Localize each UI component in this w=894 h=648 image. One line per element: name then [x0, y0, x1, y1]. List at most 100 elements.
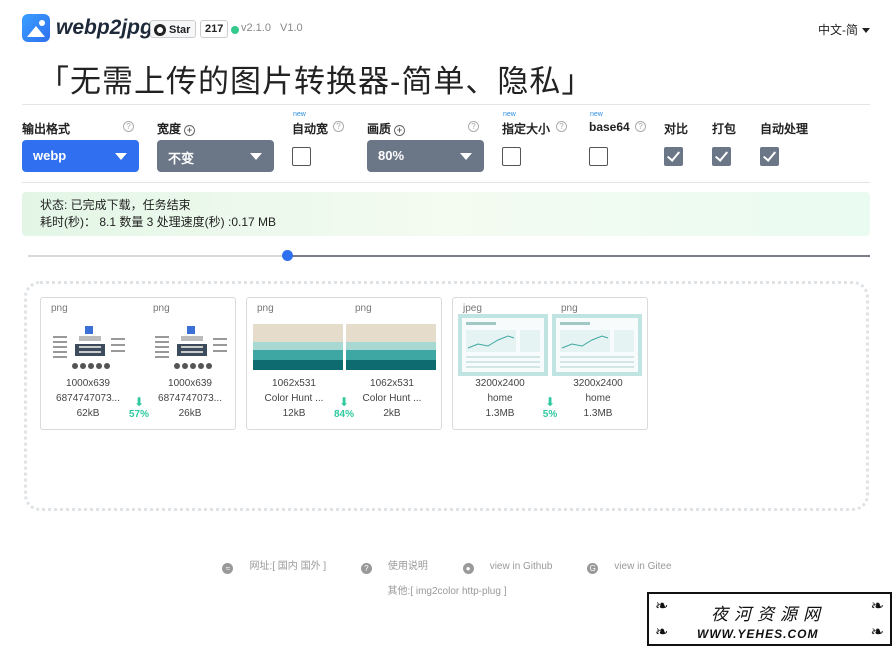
- caret-down-icon: [250, 153, 262, 160]
- converted-image: png 1000x639 6874747073... 26kB: [143, 298, 237, 429]
- add-icon[interactable]: +: [184, 125, 196, 136]
- pack-label: 打包: [712, 122, 737, 136]
- quality-label-group: 画质 +: [367, 120, 406, 137]
- auto-process-label: 自动处理: [760, 122, 809, 136]
- compare-label: 对比: [664, 122, 689, 136]
- image-dimensions: 1062x531: [272, 378, 316, 389]
- new-badge: new: [293, 111, 306, 118]
- width-select[interactable]: 不变: [157, 140, 274, 172]
- github-star-count[interactable]: 217: [200, 20, 229, 38]
- output-format-label: 输出格式: [22, 122, 71, 136]
- gitee-label: view in Gitee: [614, 561, 672, 572]
- compare-slider-track[interactable]: [28, 255, 870, 257]
- github-label: view in Github: [489, 561, 553, 572]
- auto-width-checkbox[interactable]: [292, 147, 311, 166]
- site-label: 网址:[ 国内 国外 ]: [249, 561, 327, 572]
- auto-width-label: 自动宽: [292, 122, 329, 136]
- output-format-value: webp: [33, 148, 67, 163]
- base64-checkbox[interactable]: [589, 147, 608, 166]
- site-link[interactable]: ≈ 网址:[ 国内 国外 ]: [214, 561, 334, 574]
- help-link[interactable]: ? 使用说明: [353, 561, 436, 574]
- width-value: 不变: [168, 151, 195, 166]
- format-label: png: [51, 303, 68, 314]
- github-star-label: Star: [169, 23, 191, 36]
- version-link[interactable]: v2.1.0: [241, 22, 271, 34]
- app-logo-icon[interactable]: [22, 14, 50, 42]
- image-dimensions: 3200x2400: [573, 378, 623, 389]
- result-card[interactable]: jpeg 3200x2400 home 1.3MB png 3200x2400 …: [452, 297, 648, 430]
- watermark-title: 夜河资源网: [711, 605, 826, 624]
- pack-checkbox[interactable]: [712, 147, 731, 166]
- quality-select[interactable]: 80%: [367, 140, 484, 172]
- dashboard-thumbnail: [458, 314, 548, 376]
- new-badge: new: [503, 111, 516, 118]
- help-icon[interactable]: ?: [123, 121, 134, 132]
- status-line: 状态: 已完成下载，任务结束: [40, 198, 191, 212]
- diagram-thumbnail: [53, 326, 125, 369]
- reduction-percent: 5%: [542, 409, 558, 420]
- github-icon: [154, 23, 166, 36]
- version-alt-link[interactable]: V1.0: [280, 22, 303, 34]
- compare-checkbox[interactable]: [664, 147, 683, 166]
- ornament-icon: ❧: [655, 598, 669, 615]
- caret-down-icon: [460, 153, 472, 160]
- help-icon[interactable]: ?: [635, 121, 646, 132]
- image-filename: 6874747073...: [158, 393, 222, 404]
- stats-line: 耗时(秒)： 8.1 数量 3 处理速度(秒) :0.17 MB: [40, 215, 277, 229]
- image-dimensions: 1000x639: [66, 378, 110, 389]
- language-selector[interactable]: 中文-简: [818, 21, 870, 38]
- gitee-link[interactable]: Gview in Gitee: [579, 561, 679, 574]
- app-name[interactable]: webp2jpg: [56, 16, 153, 40]
- divider: [22, 104, 870, 105]
- fixed-size-checkbox[interactable]: [502, 147, 521, 166]
- caret-down-icon: [115, 153, 127, 160]
- fixed-size-label: 指定大小: [502, 122, 551, 136]
- page-title: 「无需上传的图片转换器-简单、隐私」: [38, 64, 594, 99]
- format-label: png: [355, 303, 372, 314]
- language-label: 中文-简: [818, 23, 858, 37]
- footer-links: ≈ 网址:[ 国内 国外 ] ? 使用说明 ● view in Github Gvie…: [0, 557, 894, 574]
- quality-label: 画质: [367, 122, 392, 136]
- help-icon[interactable]: ?: [333, 121, 344, 132]
- watermark-url: WWW.YEHES.COM: [697, 627, 819, 641]
- image-dimensions: 1000x639: [168, 378, 212, 389]
- reduction-percent: 57%: [128, 409, 149, 420]
- image-dimensions: 1062x531: [370, 378, 414, 389]
- status-panel: 状态: 已完成下载，任务结束 耗时(秒)： 8.1 数量 3 处理速度(秒) :…: [22, 192, 870, 236]
- watermark: ❧ ❧ ❧ ❧ 夜河资源网 WWW.YEHES.COM: [647, 592, 892, 646]
- width-label: 宽度: [157, 122, 182, 136]
- arrow-down-icon: ⬇: [338, 395, 350, 409]
- quality-value: 80%: [378, 148, 405, 163]
- help-icon[interactable]: ?: [468, 121, 479, 132]
- compare-slider-handle[interactable]: [282, 250, 293, 261]
- github-link[interactable]: ● view in Github: [455, 561, 561, 574]
- new-badge: new: [590, 111, 603, 118]
- diagram-thumbnail: [155, 326, 227, 369]
- version-status-dot: [231, 26, 239, 34]
- palette-thumbnail: [346, 324, 436, 370]
- format-label: png: [153, 303, 170, 314]
- base64-label: base64: [589, 120, 630, 134]
- auto-process-checkbox[interactable]: [760, 147, 779, 166]
- output-format-select[interactable]: webp: [22, 140, 139, 172]
- help-icon[interactable]: ?: [556, 121, 567, 132]
- image-size: 26kB: [178, 408, 202, 419]
- app-header: webp2jpg Star 217 v2.1.0 V1.0 中文-简: [22, 14, 870, 44]
- divider: [22, 182, 870, 183]
- format-label: jpeg: [463, 303, 482, 314]
- result-card[interactable]: png 1000x639 6874747073... 62kB png 1000…: [40, 297, 236, 430]
- add-icon[interactable]: +: [394, 125, 406, 136]
- dashboard-thumbnail: [552, 314, 642, 376]
- github-star-button[interactable]: Star: [150, 20, 197, 38]
- ornament-icon: ❧: [655, 624, 669, 641]
- arrow-down-icon: ⬇: [133, 395, 145, 409]
- github-icon: ●: [462, 563, 474, 574]
- chevron-down-icon: [862, 28, 870, 34]
- reduction-percent: 84%: [333, 409, 354, 420]
- ornament-icon: ❧: [870, 598, 884, 615]
- help-label: 使用说明: [387, 561, 428, 572]
- gitee-icon: G: [587, 563, 599, 574]
- result-card[interactable]: png 1062x531 Color Hunt ... 12kB png 106…: [246, 297, 442, 430]
- wifi-icon: ≈: [222, 563, 234, 574]
- ornament-icon: ❧: [870, 624, 884, 641]
